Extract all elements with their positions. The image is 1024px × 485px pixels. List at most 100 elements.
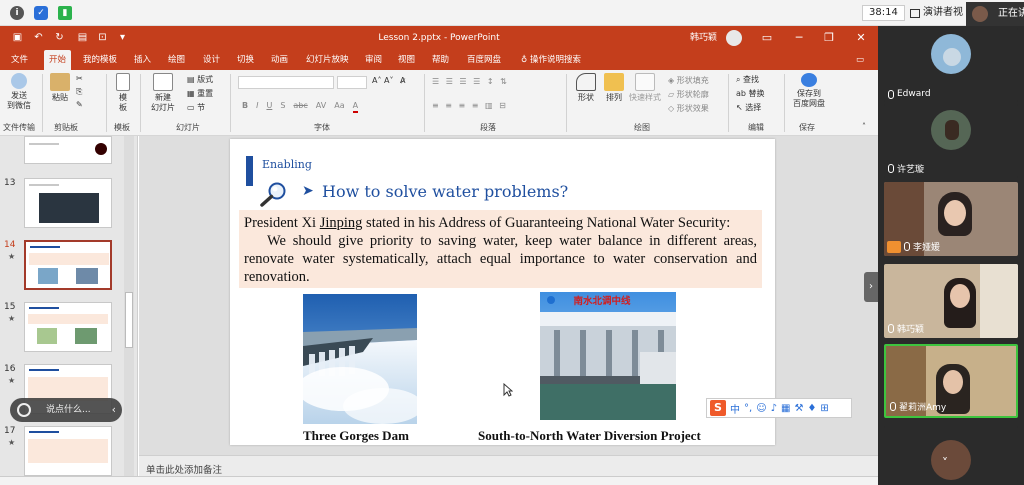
- comments-icon[interactable]: ▭: [851, 50, 869, 70]
- menu-grid-icon[interactable]: ⊞: [820, 403, 828, 414]
- voice-icon[interactable]: ♪: [771, 403, 777, 414]
- font-color-button[interactable]: A: [352, 100, 359, 113]
- restore-icon[interactable]: ❐: [814, 26, 844, 50]
- user-avatar[interactable]: [726, 30, 742, 46]
- participant-tile[interactable]: 许艺璇: [884, 104, 1018, 178]
- status-bar: [0, 476, 878, 485]
- bold-button[interactable]: B: [242, 100, 248, 113]
- emoji-icon[interactable]: ☺: [756, 403, 766, 414]
- tab-file[interactable]: 文件: [6, 50, 33, 70]
- slide-thumbnail-15[interactable]: [24, 302, 112, 352]
- arrange-button[interactable]: 排列: [602, 73, 626, 103]
- tab-draw[interactable]: 绘图: [163, 50, 190, 70]
- slide-thumbnail-14[interactable]: [24, 240, 112, 290]
- participant-avatar: [931, 34, 971, 74]
- scroll-down-icon[interactable]: ˅: [942, 456, 948, 470]
- three-gorges-dam-image[interactable]: [303, 294, 417, 424]
- thumbnails-scrollbar-thumb[interactable]: [125, 292, 133, 348]
- tab-my-templates[interactable]: 我的模板: [78, 50, 122, 70]
- select-button[interactable]: ↖ 选择: [736, 103, 761, 113]
- toolbox-icon[interactable]: ⚒: [794, 403, 803, 414]
- send-to-wechat-button[interactable]: 发送 到微信: [5, 73, 33, 111]
- participant-tile[interactable]: 李娅媛: [884, 182, 1018, 256]
- sharing-badge[interactable]: 正在讲: [966, 2, 1024, 26]
- new-slide-button[interactable]: 新建 幻灯片: [146, 73, 180, 113]
- find-button[interactable]: ⌕ 查找: [736, 75, 759, 85]
- change-case-button[interactable]: Aa: [334, 100, 344, 113]
- shape-fill-button[interactable]: ◈ 形状填充: [668, 75, 709, 86]
- ribbon-display-icon[interactable]: ▭: [752, 26, 782, 50]
- font-name-select[interactable]: [238, 76, 334, 89]
- slide-editing-area: Enabling ➤ How to solve water problems? …: [139, 136, 878, 485]
- tab-slideshow[interactable]: 幻灯片放映: [301, 50, 354, 70]
- strikethrough-button[interactable]: abc: [293, 100, 307, 113]
- tab-insert[interactable]: 插入: [129, 50, 156, 70]
- slide-thumbnail-17[interactable]: [24, 426, 112, 476]
- separator: [140, 74, 141, 132]
- copy-icon[interactable]: ⎘: [76, 87, 82, 97]
- participant-name-label: 许艺璇: [888, 162, 924, 175]
- format-painter-icon[interactable]: ✎: [76, 100, 83, 110]
- shape-effect-button[interactable]: ◇ 形状效果: [668, 103, 709, 114]
- signal-icon[interactable]: ▮: [58, 6, 72, 20]
- close-icon[interactable]: ✕: [846, 26, 876, 50]
- paragraph-list-row[interactable]: ☰ ☰ ☰ ☰ ↕ ⇅: [432, 76, 509, 87]
- tab-review[interactable]: 审阅: [360, 50, 387, 70]
- expand-panel-icon[interactable]: ›: [864, 272, 878, 302]
- participant-tile[interactable]: ˅: [884, 426, 1018, 482]
- accent-bar: [246, 156, 253, 186]
- info-icon[interactable]: i: [10, 6, 24, 20]
- replace-button[interactable]: ab 替换: [736, 89, 765, 99]
- template-button[interactable]: 模 板: [114, 73, 132, 113]
- reset-button[interactable]: ▦ 重置: [187, 89, 213, 99]
- shape-outline-button[interactable]: ▱ 形状轮廓: [668, 89, 709, 100]
- tab-baidu-netdisk[interactable]: 百度网盘: [462, 50, 506, 70]
- presenter-view-button[interactable]: 演讲者视: [910, 5, 963, 21]
- italic-button[interactable]: I: [256, 100, 258, 113]
- participant-tile[interactable]: Edward: [884, 28, 1018, 102]
- quote-line1-after: stated in his Address of Guaranteeing Na…: [362, 215, 731, 231]
- quote-textbox[interactable]: President Xi Jinping stated in his Addre…: [239, 210, 762, 288]
- quick-style-button[interactable]: 快速样式: [628, 73, 662, 103]
- participant-tile[interactable]: 韩巧颖: [884, 264, 1018, 338]
- tab-home[interactable]: 开始: [44, 50, 72, 70]
- sogou-ime-icon[interactable]: S: [710, 400, 726, 416]
- participant-tile-speaking[interactable]: 翟莉洲Amy: [884, 344, 1018, 418]
- tab-help[interactable]: 帮助: [427, 50, 454, 70]
- slide-thumbnail-12[interactable]: [24, 136, 112, 164]
- keyboard-icon[interactable]: ▦: [781, 403, 790, 414]
- minimize-icon[interactable]: ─: [784, 26, 814, 50]
- shadow-button[interactable]: S: [280, 100, 285, 113]
- cut-icon[interactable]: ✂: [76, 74, 83, 84]
- paste-button[interactable]: 粘贴: [48, 73, 72, 103]
- paragraph-align-row[interactable]: ≡ ≡ ≡ ≡ ▥ ⊟: [432, 100, 508, 111]
- ime-mode-toggle[interactable]: 中: [730, 401, 740, 416]
- tab-view[interactable]: 视图: [393, 50, 420, 70]
- skin-icon[interactable]: ♦: [807, 403, 816, 414]
- chat-input-button[interactable]: 说点什么... ‹: [10, 398, 122, 422]
- tab-design[interactable]: 设计: [198, 50, 225, 70]
- chevron-left-icon[interactable]: ‹: [112, 398, 116, 422]
- save-to-baidu-button[interactable]: 保存到 百度网盘: [790, 73, 828, 109]
- ime-toolbar[interactable]: S 中 °, ☺ ♪ ▦ ⚒ ♦ ⊞: [706, 398, 852, 418]
- section-button[interactable]: ▭ 节: [187, 103, 205, 113]
- user-name[interactable]: 韩巧颖: [690, 26, 717, 50]
- tell-me-search[interactable]: ♁ 操作说明搜索: [516, 50, 586, 70]
- increase-font-icon[interactable]: A˄ A˅: [372, 76, 394, 86]
- shield-icon[interactable]: ✓: [34, 6, 48, 20]
- collapse-ribbon-icon[interactable]: ˄: [862, 122, 866, 132]
- clear-format-icon[interactable]: A̷: [400, 76, 405, 86]
- shape-button[interactable]: 形状: [572, 73, 600, 103]
- video-face: [944, 200, 966, 226]
- slide-thumbnail-13[interactable]: [24, 178, 112, 228]
- tab-animations[interactable]: 动画: [266, 50, 293, 70]
- tab-transitions[interactable]: 切换: [232, 50, 259, 70]
- water-diversion-image[interactable]: 南水北调中线: [540, 292, 676, 420]
- layout-button[interactable]: ▤ 版式: [187, 75, 213, 85]
- current-slide[interactable]: Enabling ➤ How to solve water problems? …: [230, 139, 775, 445]
- underline-button[interactable]: U: [266, 100, 272, 113]
- char-spacing-button[interactable]: AV: [316, 100, 326, 113]
- font-size-select[interactable]: [337, 76, 367, 89]
- punctuation-icon[interactable]: °,: [744, 403, 752, 414]
- slide-heading: How to solve water problems?: [322, 182, 569, 201]
